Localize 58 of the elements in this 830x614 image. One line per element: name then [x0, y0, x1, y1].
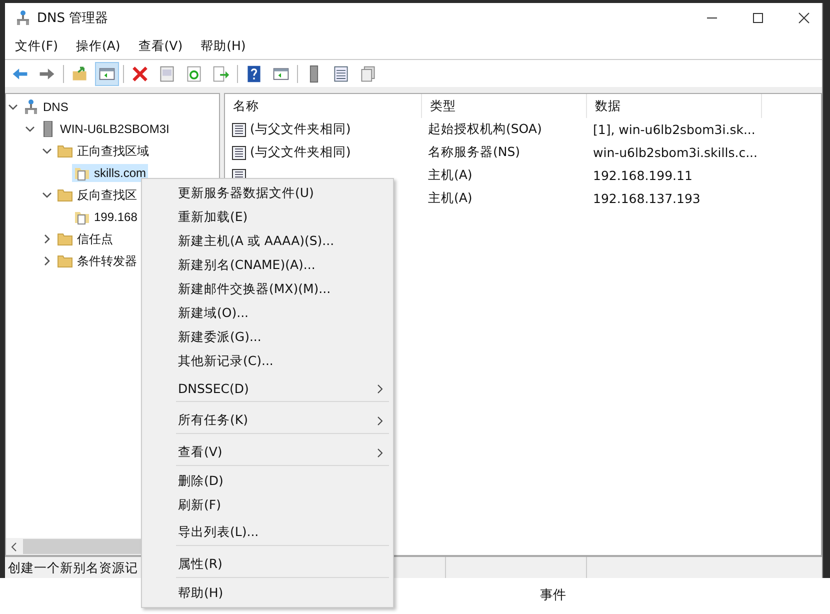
table-cell-text: 192.168.199.11 — [592, 168, 694, 183]
zone-file-icon — [74, 165, 90, 181]
tree-item[interactable]: 条件转发器 — [77, 252, 137, 270]
column-header[interactable]: 名称 — [225, 94, 422, 118]
menu-item[interactable]: 文件(F) — [15, 38, 58, 54]
menu-item[interactable]: 删除(D) — [142, 469, 393, 493]
pane-icon[interactable] — [96, 62, 118, 84]
table-cell-text: 192.168.137.193 — [592, 191, 702, 206]
table-cell-text: 主机(A) — [427, 190, 474, 207]
menu-item[interactable]: 导出列表(L)... — [176, 517, 389, 546]
tree-item[interactable]: 正向查找区域 — [77, 142, 149, 160]
menu-item[interactable]: 新建委派(G)... — [142, 325, 393, 349]
menu-item[interactable]: 新建域(O)... — [142, 301, 393, 325]
table-cell-text: [1], win-u6lb2sbom3i.sk... — [592, 122, 756, 137]
menu-item[interactable]: 查看(V) — [138, 38, 183, 54]
menu-item[interactable]: 新建别名(CNAME)(A)... — [142, 253, 393, 277]
record-icon — [231, 144, 247, 160]
close-icon[interactable] — [798, 12, 810, 24]
folder-icon — [57, 187, 73, 203]
table-cell-text: win-u6lb2sbom3i.skills.c... — [592, 145, 758, 160]
maximize-icon[interactable] — [752, 12, 764, 24]
tree-item[interactable]: 信任点 — [77, 230, 113, 248]
menu-item[interactable]: 帮助(H) — [142, 581, 393, 605]
folder-icon — [57, 143, 73, 159]
menu-item[interactable]: 所有任务(K) — [176, 405, 389, 434]
tree-item[interactable]: WIN-U6LB2SBOM3I — [60, 122, 170, 136]
menu-item[interactable]: 查看(V) — [176, 437, 389, 466]
window-title: DNS 管理器 — [37, 10, 108, 27]
menu-item[interactable]: 操作(A) — [76, 38, 120, 54]
scroll-left-icon[interactable] — [9, 542, 19, 552]
status-text: 创建一个新别名资源记 — [7, 559, 139, 577]
menu-item[interactable]: 新建邮件交换器(MX)(M)... — [142, 277, 393, 301]
menu-item[interactable]: 帮助(H) — [200, 38, 246, 54]
menu-item[interactable]: 其他新记录(C)... — [142, 349, 393, 373]
tree-item[interactable]: 199.168 — [94, 210, 138, 224]
tree-item[interactable]: 反向查找区 — [77, 186, 137, 204]
menu-item[interactable]: 属性(R) — [176, 549, 389, 578]
folder-icon — [57, 231, 73, 247]
table-cell-text: 主机(A) — [427, 167, 474, 184]
column-header: 事件 — [540, 587, 566, 604]
record-icon — [231, 122, 247, 138]
scrollbar-thumb[interactable] — [23, 539, 143, 554]
table-cell-text: 起始授权机构(SOA) — [427, 121, 543, 138]
dns-icon — [23, 99, 39, 115]
menu-item[interactable]: 重新加载(E) — [142, 205, 393, 229]
zone-file-icon — [74, 209, 90, 225]
column-header[interactable]: 数据 — [587, 94, 762, 118]
menu-item[interactable]: 刷新(F) — [142, 493, 393, 517]
menu-item[interactable]: 更新服务器数据文件(U) — [142, 181, 393, 205]
menu-item[interactable]: 新建主机(A 或 AAAA)(S)... — [142, 229, 393, 253]
dns-icon — [15, 10, 31, 26]
table-cell: (与父文件夹相同) — [250, 121, 351, 138]
column-header[interactable]: 类型 — [422, 94, 587, 118]
table-cell-text: 名称服务器(NS) — [427, 144, 522, 161]
table-cell: (与父文件夹相同) — [250, 144, 351, 161]
tree-item[interactable]: DNS — [43, 100, 68, 114]
folder-icon — [57, 253, 73, 269]
menu-item[interactable]: DNSSEC(D) — [176, 373, 389, 402]
